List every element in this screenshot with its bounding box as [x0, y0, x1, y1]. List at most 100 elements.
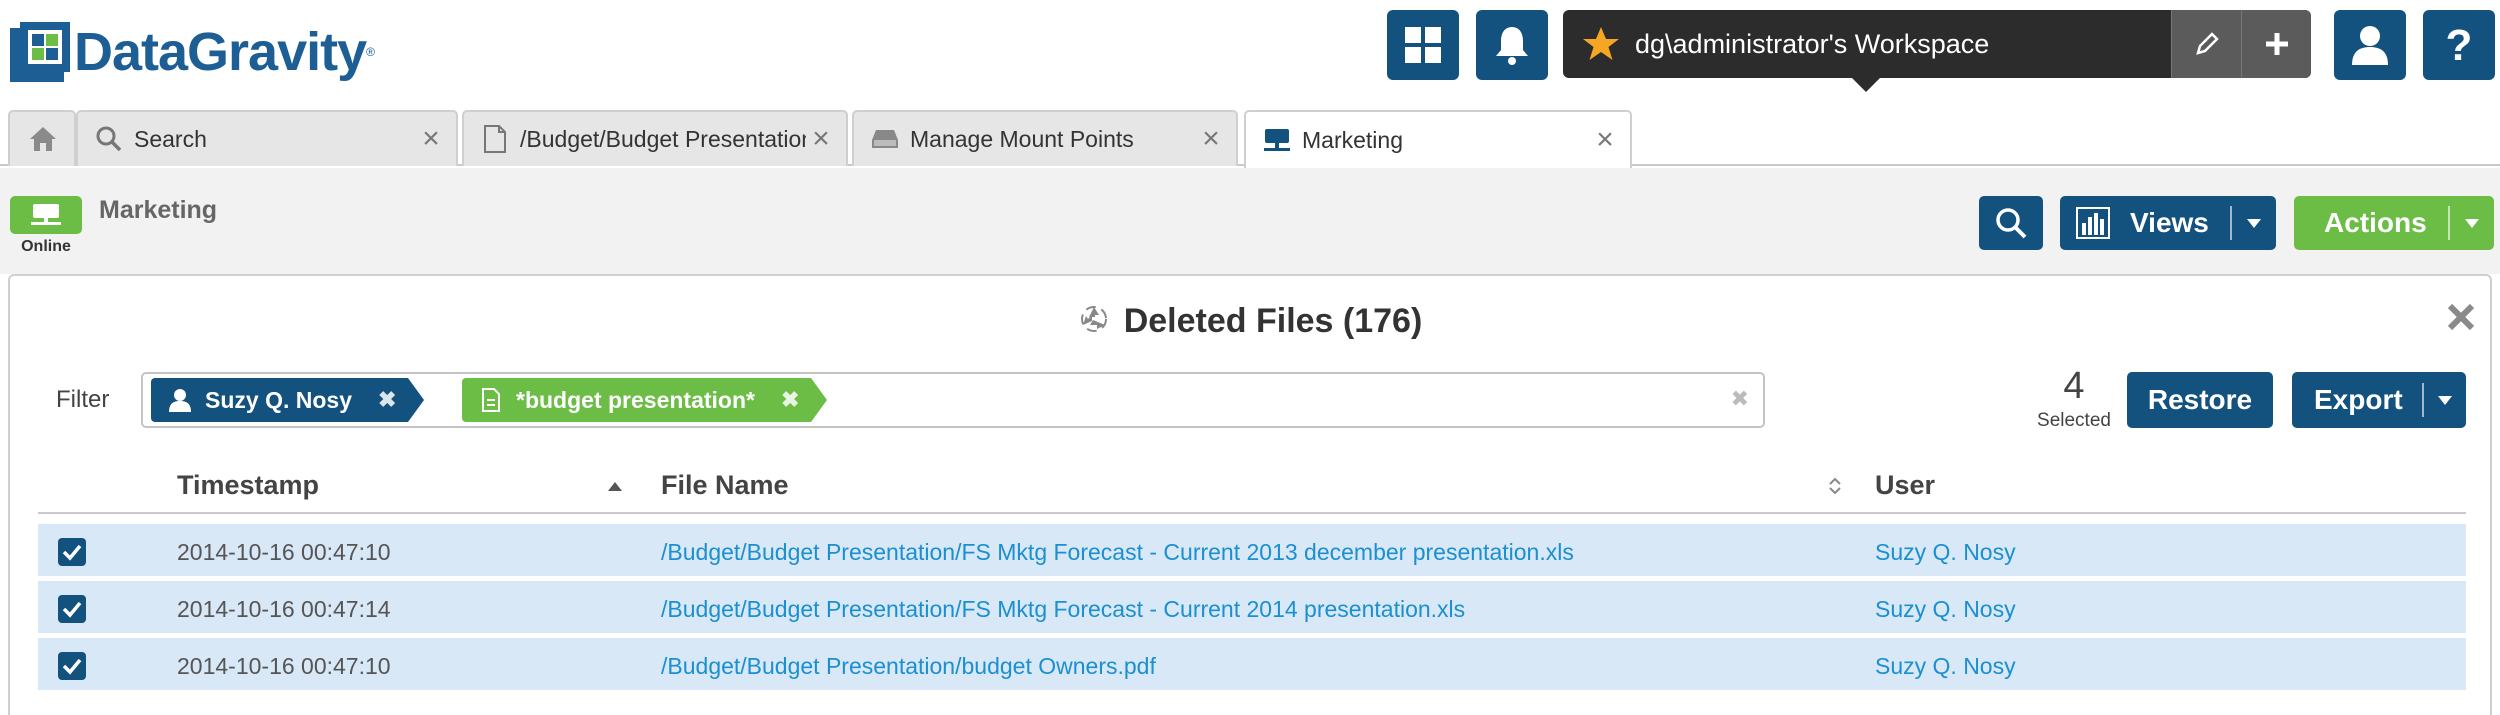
- tab-manage-mount-points[interactable]: Manage Mount Points ×: [852, 110, 1238, 166]
- views-button[interactable]: Views: [2060, 196, 2276, 250]
- add-workspace-button[interactable]: [2241, 10, 2311, 78]
- online-share-icon: [10, 196, 82, 234]
- apps-grid-button[interactable]: [1387, 10, 1459, 80]
- tab-label: Manage Mount Points: [910, 125, 1134, 152]
- help-button[interactable]: ?: [2423, 10, 2495, 80]
- column-header-file-name[interactable]: File Name: [661, 470, 789, 501]
- restore-label: Restore: [2147, 384, 2253, 415]
- remove-filter-icon[interactable]: ✖: [378, 387, 396, 413]
- notifications-button[interactable]: [1476, 10, 1548, 80]
- chart-icon: [2076, 207, 2110, 239]
- row-checkbox[interactable]: [58, 538, 86, 566]
- close-panel-button[interactable]: [2444, 300, 2478, 334]
- plus-icon: [2265, 33, 2288, 55]
- drive-icon: [870, 124, 900, 154]
- table-header: Timestamp File Name User: [38, 456, 2466, 514]
- chevron-down-icon: [2247, 218, 2261, 228]
- recycle-icon: [1078, 303, 1110, 344]
- export-button[interactable]: Export: [2292, 372, 2466, 428]
- tab-label: Marketing: [1302, 126, 1403, 153]
- column-header-timestamp[interactable]: Timestamp: [177, 470, 319, 501]
- actions-dropdown-toggle[interactable]: [2450, 218, 2494, 228]
- tab-budget-file[interactable]: /Budget/Budget Presentation/FS Mktg Fore…: [462, 110, 848, 166]
- file-name-link[interactable]: /Budget/Budget Presentation/FS Mktg Fore…: [661, 596, 1465, 623]
- svg-text:?: ?: [2446, 22, 2473, 68]
- file-name-link[interactable]: /Budget/Budget Presentation/budget Owner…: [661, 653, 1156, 680]
- search-icon: [94, 124, 124, 154]
- checkmark-icon: [62, 601, 82, 618]
- workspace-label: dg\administrator's Workspace: [1635, 28, 1990, 59]
- timestamp-cell: 2014-10-16 00:47:14: [177, 596, 391, 622]
- timestamp-cell: 2014-10-16 00:47:10: [177, 653, 391, 679]
- file-name-link[interactable]: /Budget/Budget Presentation/FS Mktg Fore…: [661, 539, 1574, 566]
- search-icon: [1996, 208, 2027, 239]
- column-header-user[interactable]: User: [1875, 470, 1935, 501]
- close-icon[interactable]: ×: [806, 124, 836, 154]
- search-button[interactable]: [1979, 196, 2043, 250]
- clear-filters-icon[interactable]: ✖: [1731, 386, 1749, 412]
- workspace-caret: [1852, 78, 1880, 92]
- tab-search[interactable]: Search ×: [76, 110, 458, 166]
- table-row[interactable]: 2014-10-16 00:47:10 /Budget/Budget Prese…: [38, 524, 2466, 578]
- share-icon: [1262, 125, 1292, 155]
- share-status: Online: [10, 196, 82, 256]
- brand-name: DataGravity: [74, 22, 367, 82]
- user-link[interactable]: Suzy Q. Nosy: [1875, 596, 2016, 623]
- selected-count-number: 4: [2063, 365, 2085, 407]
- tab-marketing[interactable]: Marketing ×: [1244, 110, 1632, 168]
- sort-icon[interactable]: [1828, 476, 1842, 496]
- help-icon: ?: [2446, 22, 2473, 68]
- filter-label: Filter: [56, 386, 110, 413]
- table-row[interactable]: 2014-10-16 00:47:14 /Budget/Budget Prese…: [38, 581, 2466, 635]
- selected-count-label: Selected: [2037, 410, 2111, 431]
- views-dropdown-toggle[interactable]: [2232, 218, 2276, 228]
- document-icon: [480, 124, 510, 154]
- checkmark-icon: [62, 544, 82, 561]
- table-row[interactable]: 2014-10-16 00:47:10 /Budget/Budget Prese…: [38, 638, 2466, 692]
- user-profile-button[interactable]: [2334, 10, 2406, 80]
- star-icon[interactable]: [1581, 24, 1621, 64]
- timestamp-cell: 2014-10-16 00:47:10: [177, 539, 391, 565]
- bell-icon: [1496, 27, 1528, 65]
- filter-chip-user[interactable]: Suzy Q. Nosy ✖: [151, 378, 425, 422]
- share-subheader: Online Marketing Views Actions: [0, 168, 2500, 274]
- user-icon: [169, 387, 191, 413]
- chevron-down-icon: [2465, 218, 2479, 228]
- user-icon: [2352, 26, 2388, 65]
- filter-chip-label: Suzy Q. Nosy: [205, 386, 352, 413]
- workspace-bar[interactable]: dg\administrator's Workspace: [1563, 10, 2311, 78]
- checkmark-icon: [62, 658, 82, 675]
- tab-home[interactable]: [8, 110, 76, 166]
- home-icon: [28, 124, 58, 154]
- datagravity-logo[interactable]: DataGravity ®: [10, 22, 375, 82]
- user-link[interactable]: Suzy Q. Nosy: [1875, 653, 2016, 680]
- deleted-files-panel: Deleted Files (176) Filter Suzy Q. Nosy …: [8, 274, 2492, 715]
- sort-ascending-icon[interactable]: [608, 482, 622, 491]
- remove-filter-icon[interactable]: ✖: [781, 387, 799, 413]
- user-link[interactable]: Suzy Q. Nosy: [1875, 539, 2016, 566]
- actions-label: Actions: [2324, 207, 2427, 238]
- logo-mark-icon: [10, 22, 70, 82]
- chip-arrow: [811, 378, 828, 422]
- filter-input[interactable]: Suzy Q. Nosy ✖ *budget presentation* ✖ ✖: [141, 372, 1765, 428]
- close-icon: [2447, 303, 2475, 331]
- row-checkbox[interactable]: [58, 595, 86, 623]
- close-icon[interactable]: ×: [416, 124, 446, 154]
- tab-label: Search: [134, 125, 207, 152]
- actions-button[interactable]: Actions: [2294, 196, 2494, 250]
- export-dropdown-toggle[interactable]: [2424, 395, 2466, 405]
- status-label: Online: [21, 238, 71, 255]
- restore-button[interactable]: Restore: [2127, 372, 2273, 428]
- edit-workspace-button[interactable]: [2171, 10, 2241, 78]
- export-label: Export: [2314, 384, 2403, 415]
- filter-chip-file[interactable]: *budget presentation* ✖: [462, 378, 828, 422]
- row-checkbox[interactable]: [58, 652, 86, 680]
- filter-chip-label: *budget presentation*: [516, 386, 755, 413]
- chevron-down-icon: [2438, 395, 2452, 405]
- grid-icon: [1405, 27, 1441, 63]
- chip-arrow: [408, 378, 425, 422]
- brand-mark: ®: [366, 45, 375, 59]
- close-icon[interactable]: ×: [1196, 124, 1226, 154]
- panel-title: Deleted Files (176): [10, 302, 2490, 344]
- close-icon[interactable]: ×: [1590, 125, 1620, 155]
